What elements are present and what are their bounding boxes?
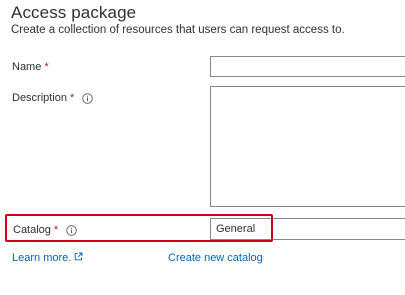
required-marker: *: [44, 61, 49, 73]
catalog-highlight-box: [5, 214, 273, 242]
create-new-catalog-link[interactable]: Create new catalog: [168, 252, 263, 264]
description-field-label: Description *: [12, 92, 94, 104]
page-subtitle: Create a collection of resources that us…: [11, 24, 345, 36]
required-marker: *: [70, 92, 75, 104]
learn-more-text: Learn more.: [12, 252, 72, 264]
page-title: Access package: [11, 3, 137, 22]
name-field-label: Name *: [12, 61, 49, 73]
description-label-text: Description: [12, 92, 68, 104]
info-icon[interactable]: [82, 92, 94, 104]
name-input[interactable]: [210, 56, 405, 77]
description-textarea[interactable]: [210, 86, 405, 207]
name-label-text: Name: [12, 61, 42, 73]
learn-more-link[interactable]: Learn more.: [12, 252, 83, 264]
external-link-icon: [74, 252, 83, 264]
